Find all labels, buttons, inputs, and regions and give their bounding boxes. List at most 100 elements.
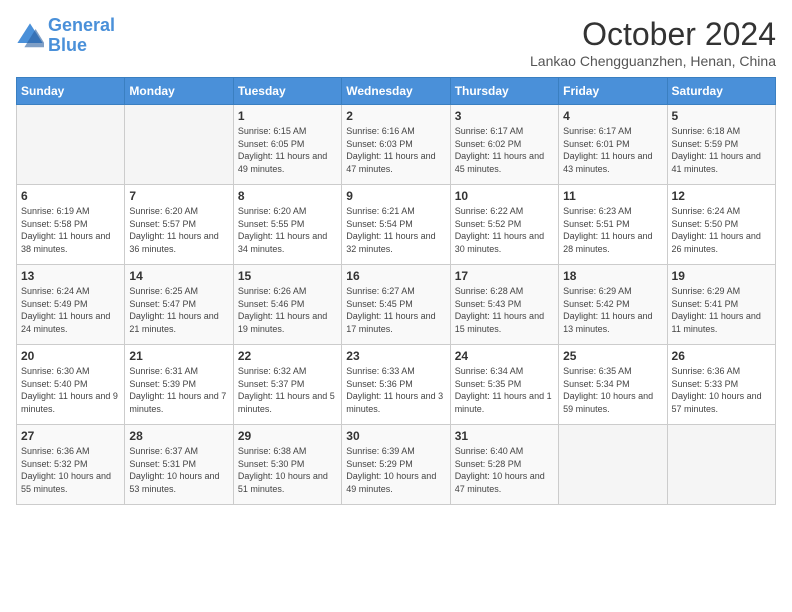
cell-info: Sunrise: 6:18 AMSunset: 5:59 PMDaylight:… <box>672 125 771 175</box>
cell-info: Sunrise: 6:32 AMSunset: 5:37 PMDaylight:… <box>238 365 337 415</box>
cell-info: Sunrise: 6:31 AMSunset: 5:39 PMDaylight:… <box>129 365 228 415</box>
day-number: 13 <box>21 269 120 283</box>
cell-info: Sunrise: 6:17 AMSunset: 6:01 PMDaylight:… <box>563 125 662 175</box>
cell-info: Sunrise: 6:24 AMSunset: 5:50 PMDaylight:… <box>672 205 771 255</box>
logo-text: General Blue <box>48 16 115 56</box>
calendar-cell: 2Sunrise: 6:16 AMSunset: 6:03 PMDaylight… <box>342 105 450 185</box>
calendar-cell <box>17 105 125 185</box>
day-number: 23 <box>346 349 445 363</box>
calendar-week-row: 13 Sunrise: 6:24 AMSunset: 5:49 PMDayligh… <box>17 265 776 345</box>
day-number: 29 <box>238 429 337 443</box>
day-number: 8 <box>238 189 337 203</box>
day-number: 30 <box>346 429 445 443</box>
calendar-cell: 9 Sunrise: 6:21 AMSunset: 5:54 PMDaylight… <box>342 185 450 265</box>
calendar-cell: 7 Sunrise: 6:20 AMSunset: 5:57 PMDaylight… <box>125 185 233 265</box>
day-number: 17 <box>455 269 554 283</box>
calendar-cell: 13 Sunrise: 6:24 AMSunset: 5:49 PMDayligh… <box>17 265 125 345</box>
calendar-week-row: 27 Sunrise: 6:36 AMSunset: 5:32 PMDayligh… <box>17 425 776 505</box>
weekday-header-friday: Friday <box>559 78 667 105</box>
cell-info: Sunrise: 6:22 AMSunset: 5:52 PMDaylight:… <box>455 205 554 255</box>
calendar-cell: 31Sunrise: 6:40 AMSunset: 5:28 PMDayligh… <box>450 425 558 505</box>
calendar-cell: 1Sunrise: 6:15 AMSunset: 6:05 PMDaylight… <box>233 105 341 185</box>
cell-info: Sunrise: 6:17 AMSunset: 6:02 PMDaylight:… <box>455 125 554 175</box>
cell-info: Sunrise: 6:24 AMSunset: 5:49 PMDaylight:… <box>21 285 120 335</box>
calendar-cell: 27 Sunrise: 6:36 AMSunset: 5:32 PMDayligh… <box>17 425 125 505</box>
calendar-week-row: 1Sunrise: 6:15 AMSunset: 6:05 PMDaylight… <box>17 105 776 185</box>
day-number: 26 <box>672 349 771 363</box>
day-number: 28 <box>129 429 228 443</box>
calendar-cell: 8 Sunrise: 6:20 AMSunset: 5:55 PMDaylight… <box>233 185 341 265</box>
day-number: 14 <box>129 269 228 283</box>
cell-info: Sunrise: 6:23 AMSunset: 5:51 PMDaylight:… <box>563 205 662 255</box>
day-number: 24 <box>455 349 554 363</box>
cell-info: Sunrise: 6:19 AMSunset: 5:58 PMDaylight:… <box>21 205 120 255</box>
weekday-header-sunday: Sunday <box>17 78 125 105</box>
calendar-cell: 22 Sunrise: 6:32 AMSunset: 5:37 PMDayligh… <box>233 345 341 425</box>
cell-info: Sunrise: 6:33 AMSunset: 5:36 PMDaylight:… <box>346 365 445 415</box>
calendar-cell: 12 Sunrise: 6:24 AMSunset: 5:50 PMDayligh… <box>667 185 775 265</box>
day-number: 4 <box>563 109 662 123</box>
weekday-header-tuesday: Tuesday <box>233 78 341 105</box>
calendar-cell: 16Sunrise: 6:27 AMSunset: 5:45 PMDayligh… <box>342 265 450 345</box>
logo: General Blue <box>16 16 115 56</box>
cell-info: Sunrise: 6:35 AMSunset: 5:34 PMDaylight:… <box>563 365 662 415</box>
calendar-cell: 29 Sunrise: 6:38 AMSunset: 5:30 PMDayligh… <box>233 425 341 505</box>
calendar-week-row: 20 Sunrise: 6:30 AMSunset: 5:40 PMDayligh… <box>17 345 776 425</box>
day-number: 21 <box>129 349 228 363</box>
day-number: 7 <box>129 189 228 203</box>
cell-info: Sunrise: 6:34 AMSunset: 5:35 PMDaylight:… <box>455 365 554 415</box>
cell-info: Sunrise: 6:39 AMSunset: 5:29 PMDaylight:… <box>346 445 445 495</box>
cell-info: Sunrise: 6:15 AMSunset: 6:05 PMDaylight:… <box>238 125 337 175</box>
day-number: 27 <box>21 429 120 443</box>
calendar-cell: 26 Sunrise: 6:36 AMSunset: 5:33 PMDayligh… <box>667 345 775 425</box>
day-number: 11 <box>563 189 662 203</box>
calendar-cell: 24 Sunrise: 6:34 AMSunset: 5:35 PMDayligh… <box>450 345 558 425</box>
cell-info: Sunrise: 6:28 AMSunset: 5:43 PMDaylight:… <box>455 285 554 335</box>
calendar-week-row: 6Sunrise: 6:19 AMSunset: 5:58 PMDaylight… <box>17 185 776 265</box>
month-title: October 2024 <box>530 16 776 53</box>
cell-info: Sunrise: 6:37 AMSunset: 5:31 PMDaylight:… <box>129 445 228 495</box>
calendar-cell: 30 Sunrise: 6:39 AMSunset: 5:29 PMDayligh… <box>342 425 450 505</box>
calendar-cell: 25 Sunrise: 6:35 AMSunset: 5:34 PMDayligh… <box>559 345 667 425</box>
cell-info: Sunrise: 6:30 AMSunset: 5:40 PMDaylight:… <box>21 365 120 415</box>
cell-info: Sunrise: 6:40 AMSunset: 5:28 PMDaylight:… <box>455 445 554 495</box>
day-number: 9 <box>346 189 445 203</box>
cell-info: Sunrise: 6:16 AMSunset: 6:03 PMDaylight:… <box>346 125 445 175</box>
cell-info: Sunrise: 6:29 AMSunset: 5:42 PMDaylight:… <box>563 285 662 335</box>
calendar-cell: 17 Sunrise: 6:28 AMSunset: 5:43 PMDayligh… <box>450 265 558 345</box>
calendar-cell: 11 Sunrise: 6:23 AMSunset: 5:51 PMDayligh… <box>559 185 667 265</box>
calendar-cell: 10Sunrise: 6:22 AMSunset: 5:52 PMDayligh… <box>450 185 558 265</box>
cell-info: Sunrise: 6:25 AMSunset: 5:47 PMDaylight:… <box>129 285 228 335</box>
calendar-cell: 21 Sunrise: 6:31 AMSunset: 5:39 PMDayligh… <box>125 345 233 425</box>
calendar-cell <box>559 425 667 505</box>
day-number: 5 <box>672 109 771 123</box>
calendar-cell: 14 Sunrise: 6:25 AMSunset: 5:47 PMDayligh… <box>125 265 233 345</box>
calendar-cell: 18Sunrise: 6:29 AMSunset: 5:42 PMDayligh… <box>559 265 667 345</box>
calendar-table: SundayMondayTuesdayWednesdayThursdayFrid… <box>16 77 776 505</box>
day-number: 3 <box>455 109 554 123</box>
calendar-cell: 28 Sunrise: 6:37 AMSunset: 5:31 PMDayligh… <box>125 425 233 505</box>
logo-icon <box>16 22 44 50</box>
cell-info: Sunrise: 6:21 AMSunset: 5:54 PMDaylight:… <box>346 205 445 255</box>
day-number: 15 <box>238 269 337 283</box>
page-header: General Blue October 2024 Lankao Chenggu… <box>16 16 776 69</box>
cell-info: Sunrise: 6:29 AMSunset: 5:41 PMDaylight:… <box>672 285 771 335</box>
cell-info: Sunrise: 6:20 AMSunset: 5:55 PMDaylight:… <box>238 205 337 255</box>
day-number: 22 <box>238 349 337 363</box>
weekday-header-wednesday: Wednesday <box>342 78 450 105</box>
calendar-cell <box>125 105 233 185</box>
day-number: 25 <box>563 349 662 363</box>
logo-line1: General <box>48 15 115 35</box>
weekday-header-saturday: Saturday <box>667 78 775 105</box>
calendar-cell: 20 Sunrise: 6:30 AMSunset: 5:40 PMDayligh… <box>17 345 125 425</box>
calendar-cell: 19Sunrise: 6:29 AMSunset: 5:41 PMDayligh… <box>667 265 775 345</box>
calendar-cell: 15Sunrise: 6:26 AMSunset: 5:46 PMDayligh… <box>233 265 341 345</box>
cell-info: Sunrise: 6:27 AMSunset: 5:45 PMDaylight:… <box>346 285 445 335</box>
cell-info: Sunrise: 6:20 AMSunset: 5:57 PMDaylight:… <box>129 205 228 255</box>
day-number: 20 <box>21 349 120 363</box>
logo-line2: Blue <box>48 35 87 55</box>
cell-info: Sunrise: 6:38 AMSunset: 5:30 PMDaylight:… <box>238 445 337 495</box>
day-number: 12 <box>672 189 771 203</box>
cell-info: Sunrise: 6:36 AMSunset: 5:33 PMDaylight:… <box>672 365 771 415</box>
cell-info: Sunrise: 6:36 AMSunset: 5:32 PMDaylight:… <box>21 445 120 495</box>
